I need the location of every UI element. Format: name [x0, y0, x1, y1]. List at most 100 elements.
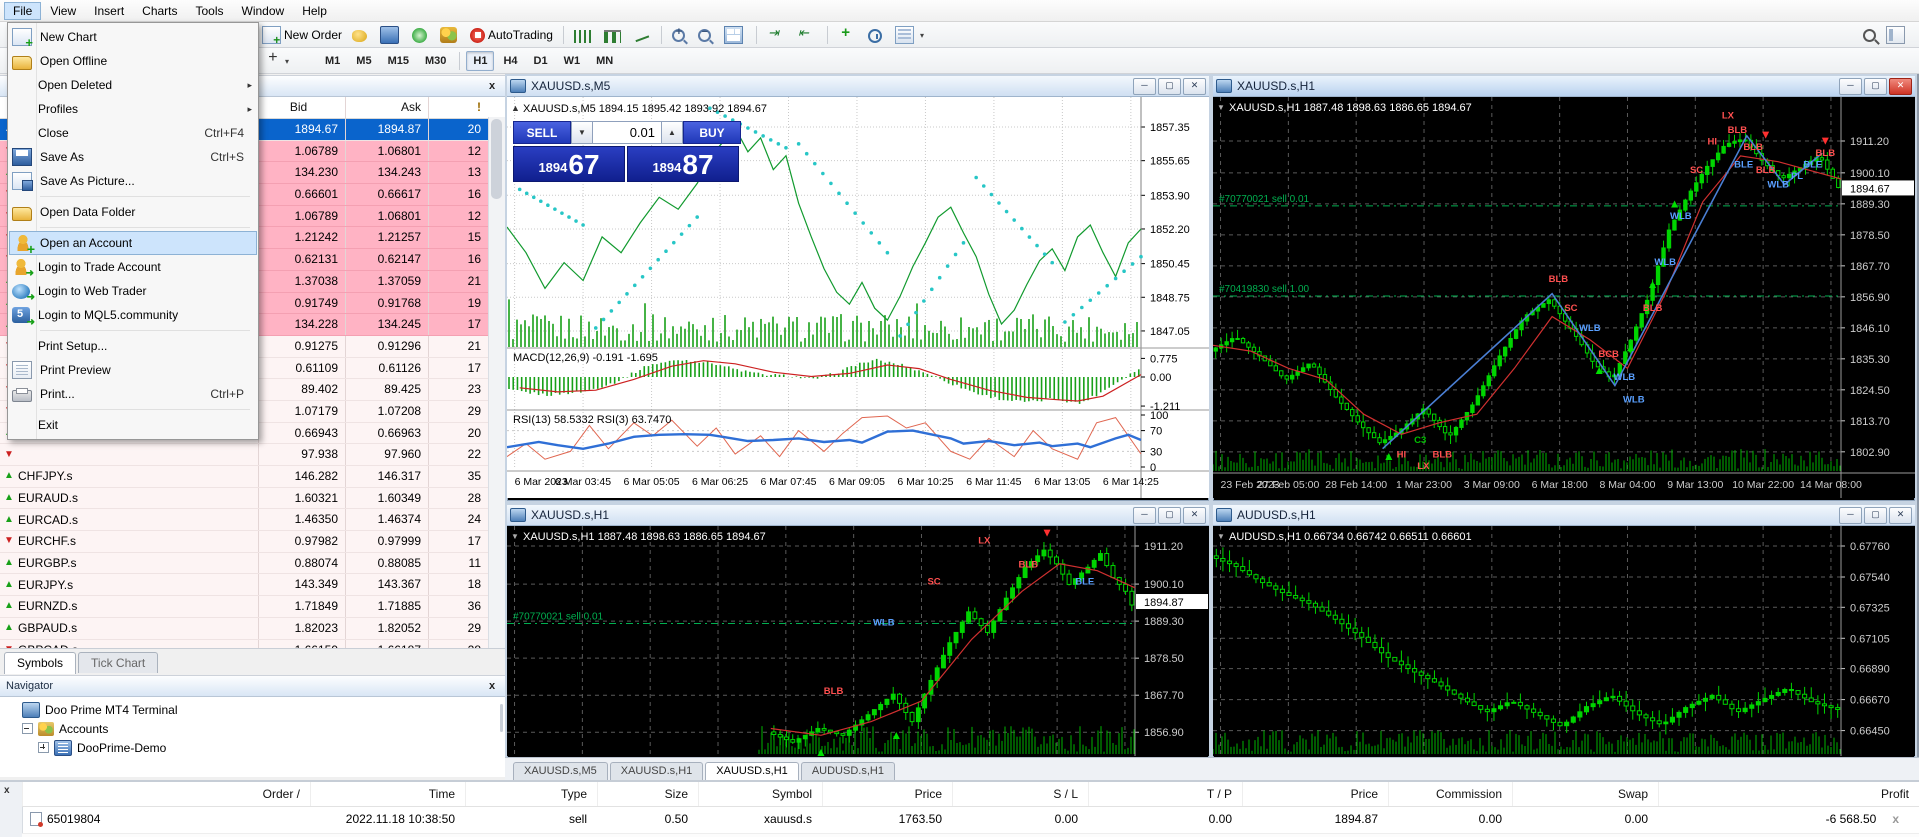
- toolbar-button[interactable]: [694, 26, 718, 45]
- chart-titlebar[interactable]: XAUUSD.s,H1 ─ ▢ ✕: [507, 505, 1209, 526]
- timeframe-button[interactable]: W1: [557, 51, 588, 71]
- chart-tab[interactable]: XAUUSD.s,H1: [610, 762, 704, 780]
- toolbar-button[interactable]: [793, 24, 821, 46]
- timeframe-button[interactable]: MN: [589, 51, 620, 71]
- file-menu-item[interactable]: Exit: [8, 413, 258, 437]
- terminal-column-header[interactable]: Size: [597, 782, 698, 806]
- order-row[interactable]: 65019804 2022.11.18 10:38:50 sell 0.50 x…: [22, 807, 1919, 830]
- file-menu-item[interactable]: Open Data Folder: [8, 200, 258, 224]
- tree-expander-icon[interactable]: [38, 742, 49, 753]
- file-menu-item[interactable]: Save As Ctrl+S: [8, 145, 258, 169]
- file-menu-item[interactable]: Save As Picture...: [8, 169, 258, 193]
- tree-item[interactable]: Doo Prime MT4 Terminal: [6, 700, 505, 719]
- column-spread[interactable]: !: [428, 97, 487, 118]
- tab[interactable]: Symbols: [4, 652, 76, 674]
- market-watch-scrollbar[interactable]: [488, 117, 505, 649]
- tree-item[interactable]: Accounts: [6, 719, 505, 738]
- symbol-row[interactable]: EURGBP.s 0.88074 0.88085 11: [0, 553, 505, 575]
- chart-titlebar[interactable]: XAUUSD.s,M5 ─ ▢ ✕: [507, 76, 1209, 97]
- toolbar-button[interactable]: [1882, 23, 1909, 47]
- terminal-column-header[interactable]: Swap: [1512, 782, 1658, 806]
- order-row-partial[interactable]: [22, 833, 1919, 837]
- restore-icon[interactable]: ▢: [1864, 507, 1887, 524]
- file-menu-item[interactable]: Login to Web Trader: [8, 279, 258, 303]
- file-menu-item[interactable]: Open Offline: [8, 49, 258, 73]
- restore-icon[interactable]: ▢: [1158, 78, 1181, 95]
- terminal-column-header[interactable]: Symbol: [698, 782, 822, 806]
- timeframe-button[interactable]: H1: [466, 51, 494, 71]
- menu-bar-item[interactable]: View: [41, 2, 85, 20]
- toolbar-button[interactable]: [436, 24, 464, 46]
- minimize-icon[interactable]: ─: [1839, 507, 1862, 524]
- chart-tab[interactable]: XAUUSD.s,M5: [513, 762, 608, 780]
- toolbar-button[interactable]: [864, 25, 889, 46]
- volume-up-stepper[interactable]: ▲: [661, 121, 683, 144]
- terminal-column-header[interactable]: T / P: [1088, 782, 1242, 806]
- tree-item[interactable]: DooPrime-Demo: [6, 738, 505, 757]
- file-menu-item[interactable]: Profiles ▸: [8, 97, 258, 121]
- restore-icon[interactable]: ▢: [1864, 78, 1887, 95]
- column-bid[interactable]: Bid: [258, 97, 345, 118]
- chart-window-xauusd-m5[interactable]: XAUUSD.s,M5 ─ ▢ ✕ SELL ▼ 0.01 ▲ BUY: [505, 74, 1211, 503]
- menu-bar-item[interactable]: Help: [293, 2, 336, 20]
- close-position-icon[interactable]: x: [1886, 812, 1909, 826]
- terminal-column-header[interactable]: Type: [465, 782, 597, 806]
- toolbar-button[interactable]: [600, 24, 628, 46]
- symbol-row[interactable]: 97.938 97.960 22: [0, 444, 505, 466]
- timeframe-button[interactable]: H4: [496, 51, 524, 71]
- timeframe-button[interactable]: D1: [527, 51, 555, 71]
- terminal-column-header[interactable]: S / L: [952, 782, 1088, 806]
- sell-button[interactable]: SELL: [513, 121, 571, 144]
- menu-bar-item[interactable]: Charts: [133, 2, 186, 20]
- terminal-column-header[interactable]: Order /: [22, 782, 310, 806]
- file-menu-item[interactable]: Print... Ctrl+P: [8, 382, 258, 406]
- chart-canvas-xauusd-h1-2[interactable]: 1911.201900.101889.301878.501867.701856.…: [507, 526, 1209, 756]
- restore-icon[interactable]: ▢: [1158, 507, 1181, 524]
- terminal-column-header[interactable]: Price: [1242, 782, 1388, 806]
- symbol-row[interactable]: EURCAD.s 1.46350 1.46374 24: [0, 509, 505, 531]
- terminal-column-header[interactable]: Price: [822, 782, 952, 806]
- chart-tab[interactable]: XAUUSD.s,H1: [705, 762, 799, 780]
- tab[interactable]: Tick Chart: [78, 652, 158, 673]
- file-menu-item[interactable]: Login to Trade Account: [8, 255, 258, 279]
- timeframe-button[interactable]: M15: [381, 51, 416, 71]
- chart-tab[interactable]: AUDUSD.s,H1: [801, 762, 895, 780]
- file-menu-item[interactable]: Print Preview: [8, 358, 258, 382]
- toolbar-button[interactable]: [763, 24, 791, 46]
- volume-down-stepper[interactable]: ▼: [571, 121, 593, 144]
- file-menu-item[interactable]: Login to MQL5.community: [8, 303, 258, 327]
- file-menu-item[interactable]: New Chart: [8, 25, 258, 49]
- symbol-row[interactable]: EURCHF.s 0.97982 0.97999 17: [0, 531, 505, 553]
- sell-price[interactable]: 189467: [513, 146, 625, 182]
- tree-expander-icon[interactable]: [22, 723, 33, 734]
- minimize-icon[interactable]: ─: [1133, 507, 1156, 524]
- symbol-row[interactable]: CHFJPY.s 146.282 146.317 35: [0, 466, 505, 488]
- toolbar-button[interactable]: [668, 26, 692, 45]
- close-icon[interactable]: ✕: [1889, 78, 1912, 95]
- close-icon[interactable]: ✕: [1183, 78, 1206, 95]
- file-menu-item[interactable]: Open Deleted ▸: [8, 73, 258, 97]
- chart-canvas-xauusd-h1[interactable]: 1911.201900.101889.301878.501867.701856.…: [1213, 97, 1915, 498]
- buy-price[interactable]: 189487: [627, 146, 739, 182]
- timeframe-button[interactable]: M1: [318, 51, 347, 71]
- toolbar-button[interactable]: [348, 25, 374, 45]
- navigator-scrollbar[interactable]: [500, 704, 503, 732]
- minimize-icon[interactable]: ─: [1839, 78, 1862, 95]
- toolbar-button[interactable]: New Order: [258, 23, 346, 47]
- menu-bar-item[interactable]: File: [4, 2, 41, 20]
- toolbar-button[interactable]: ▾: [891, 23, 928, 47]
- terminal-column-header[interactable]: Profit: [1658, 782, 1919, 806]
- close-icon[interactable]: ✕: [1889, 507, 1912, 524]
- chart-titlebar[interactable]: XAUUSD.s,H1 ─ ▢ ✕: [1213, 76, 1915, 97]
- menu-bar-item[interactable]: Insert: [85, 2, 133, 20]
- chart-canvas-audusd-h1[interactable]: 0.677600.675400.673250.671050.668900.666…: [1213, 526, 1915, 756]
- chart-window-xauusd-h1-main[interactable]: XAUUSD.s,H1 ─ ▢ ✕ 1911.201900.101889.301…: [1211, 74, 1917, 503]
- symbol-row[interactable]: EURJPY.s 143.349 143.367 18: [0, 574, 505, 596]
- minimize-icon[interactable]: ─: [1133, 78, 1156, 95]
- toolbar-button[interactable]: [720, 23, 750, 47]
- close-icon[interactable]: x: [4, 785, 18, 796]
- toolbar-button[interactable]: ▾: [261, 50, 293, 72]
- close-icon[interactable]: x: [485, 80, 499, 92]
- chart-titlebar[interactable]: AUDUSD.s,H1 ─ ▢ ✕: [1213, 505, 1915, 526]
- symbol-row[interactable]: EURAUD.s 1.60321 1.60349 28: [0, 488, 505, 510]
